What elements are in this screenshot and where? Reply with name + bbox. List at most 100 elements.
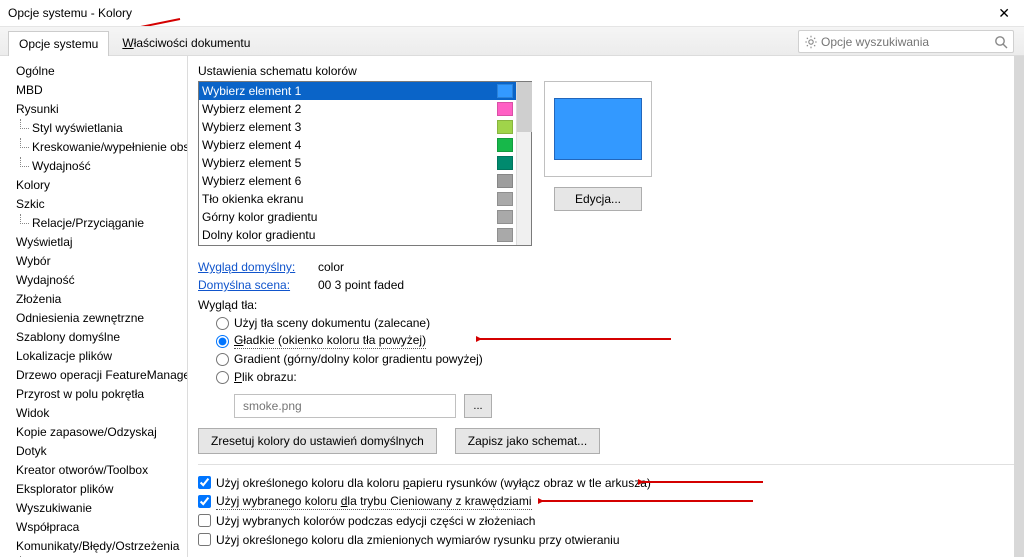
- search-container: [798, 30, 1014, 53]
- check-paper-color[interactable]: [198, 476, 211, 489]
- tab-document-properties[interactable]: Właściwości dokumentu: [111, 30, 261, 55]
- list-item-swatch: [497, 210, 513, 224]
- radio-image-label: Plik obrazu:: [234, 370, 297, 384]
- list-item-swatch: [497, 102, 513, 116]
- tree-item[interactable]: Kolory: [0, 176, 187, 195]
- close-icon[interactable]: ✕: [990, 3, 1018, 24]
- list-item[interactable]: Tło okienka ekranu: [199, 190, 516, 208]
- list-item[interactable]: Wybierz element 3: [199, 118, 516, 136]
- tree-item[interactable]: Przyrost w polu pokrętła: [0, 385, 187, 404]
- check-shaded-edges-color-label: Użyj wybranego koloru dla trybu Cieniowa…: [216, 494, 532, 510]
- check-assembly-edit-colors-label: Użyj wybranych kolorów podczas edycji cz…: [216, 514, 535, 528]
- tree-item[interactable]: Relacje/Przyciąganie: [0, 214, 187, 233]
- listbox-scrollbar[interactable]: [516, 82, 531, 245]
- tree-item[interactable]: Współpraca: [0, 518, 187, 537]
- tree-item[interactable]: Szkic: [0, 195, 187, 214]
- tree-item[interactable]: Komunikaty/Błędy/Ostrzeżenia: [0, 537, 187, 556]
- tree-item[interactable]: Widok: [0, 404, 187, 423]
- main-panel: Ustawienia schematu kolorów Wybierz elem…: [188, 56, 1024, 557]
- list-item[interactable]: Dolny kolor gradientu: [199, 226, 516, 244]
- list-item-label: Wybierz element 2: [202, 102, 301, 116]
- list-item-swatch: [497, 84, 513, 98]
- bg-image-browse-button[interactable]: ...: [464, 394, 492, 418]
- tree-item[interactable]: Szablony domyślne: [0, 328, 187, 347]
- annotation-arrow-check2: [538, 492, 758, 510]
- check-shaded-edges-color[interactable]: [198, 495, 211, 508]
- list-item[interactable]: Wybierz element 1: [199, 82, 516, 100]
- tab-system-options[interactable]: Opcje systemu: [8, 31, 109, 56]
- list-item-swatch: [497, 228, 513, 242]
- save-scheme-button[interactable]: Zapisz jako schemat...: [455, 428, 600, 454]
- list-item-label: Wybierz element 1: [202, 84, 301, 98]
- list-item[interactable]: Wybierz element 2: [199, 100, 516, 118]
- annotation-arrow-check1: [638, 473, 768, 491]
- gear-icon: [803, 34, 819, 50]
- tree-item[interactable]: Dotyk: [0, 442, 187, 461]
- default-scene-value: 00 3 point faded: [318, 278, 404, 292]
- list-item[interactable]: Wybierz element 5: [199, 154, 516, 172]
- list-item-swatch: [497, 156, 513, 170]
- tab-bar: Opcje systemu Właściwości dokumentu: [0, 26, 1024, 56]
- list-item-label: Wybierz element 6: [202, 174, 301, 188]
- tree-item[interactable]: Złożenia: [0, 290, 187, 309]
- radio-plain[interactable]: [216, 335, 229, 348]
- radio-plain-label: Gładkie (okienko koloru tła powyżej): [234, 333, 426, 349]
- tree-item[interactable]: Wydajność: [0, 157, 187, 176]
- check-changed-dims-color[interactable]: [198, 533, 211, 546]
- reset-colors-button[interactable]: Zresetuj kolory do ustawień domyślnych: [198, 428, 437, 454]
- scheme-heading: Ustawienia schematu kolorów: [198, 64, 1014, 78]
- color-preview-swatch: [554, 98, 642, 160]
- check-changed-dims-color-label: Użyj określonego koloru dla zmienionych …: [216, 533, 620, 547]
- tree-item[interactable]: Styl wyświetlania: [0, 119, 187, 138]
- list-item[interactable]: Wybierz element 4: [199, 136, 516, 154]
- tree-item[interactable]: Kopie zapasowe/Odzyskaj: [0, 423, 187, 442]
- list-item[interactable]: Górny kolor gradientu: [199, 208, 516, 226]
- tree-item[interactable]: Kreator otworów/Toolbox: [0, 461, 187, 480]
- edit-color-button[interactable]: Edycja...: [554, 187, 642, 211]
- list-item-swatch: [497, 120, 513, 134]
- tree-item[interactable]: Kreskowanie/wypełnienie obszaru: [0, 138, 187, 157]
- search-input[interactable]: [819, 34, 993, 50]
- page-scrollbar[interactable]: [1014, 56, 1024, 557]
- check-paper-color-label: Użyj określonego koloru dla koloru papie…: [216, 476, 651, 490]
- list-item-label: Górny kolor gradientu: [202, 210, 317, 224]
- tree-item[interactable]: Wybór: [0, 252, 187, 271]
- list-item-label: Dolny kolor gradientu: [202, 228, 315, 242]
- window-title: Opcje systemu - Kolory: [8, 6, 132, 20]
- color-preview-frame: [544, 81, 652, 177]
- background-heading: Wygląd tła:: [198, 298, 1014, 312]
- tree-item[interactable]: Ogólne: [0, 62, 187, 81]
- list-item-label: Wybierz element 3: [202, 120, 301, 134]
- default-appearance-link[interactable]: Wygląd domyślny:: [198, 260, 318, 274]
- default-appearance-value: color: [318, 260, 344, 274]
- radio-use-scene-bg[interactable]: [216, 317, 229, 330]
- tree-item[interactable]: Wyszukiwanie: [0, 499, 187, 518]
- list-item[interactable]: Wybierz element 6: [199, 172, 516, 190]
- list-item-label: Wybierz element 5: [202, 156, 301, 170]
- tree-item[interactable]: Odniesienia zewnętrzne: [0, 309, 187, 328]
- search-icon[interactable]: [993, 34, 1009, 50]
- list-item-swatch: [497, 138, 513, 152]
- category-tree: OgólneMBDRysunkiStyl wyświetlaniaKreskow…: [0, 56, 188, 557]
- radio-gradient[interactable]: [216, 353, 229, 366]
- check-assembly-edit-colors[interactable]: [198, 514, 211, 527]
- list-item-label: Tło okienka ekranu: [202, 192, 303, 206]
- list-item-label: Wybierz element 4: [202, 138, 301, 152]
- list-item-swatch: [497, 174, 513, 188]
- bg-image-path-input: [234, 394, 456, 418]
- tree-item[interactable]: Lokalizacje plików: [0, 347, 187, 366]
- tree-item[interactable]: Rysunki: [0, 100, 187, 119]
- annotation-arrow-plain: [476, 330, 676, 350]
- title-bar: Opcje systemu - Kolory ✕: [0, 0, 1024, 26]
- tree-item[interactable]: MBD: [0, 81, 187, 100]
- list-item-swatch: [497, 192, 513, 206]
- tree-item[interactable]: Drzewo operacji FeatureManager: [0, 366, 187, 385]
- tree-item[interactable]: Wyświetlaj: [0, 233, 187, 252]
- tree-item[interactable]: Wydajność: [0, 271, 187, 290]
- tree-item[interactable]: Eksplorator plików: [0, 480, 187, 499]
- radio-image[interactable]: [216, 371, 229, 384]
- default-scene-link[interactable]: Domyślna scena:: [198, 278, 318, 292]
- color-scheme-listbox[interactable]: Wybierz element 1 Wybierz element 2 Wybier…: [198, 81, 532, 246]
- radio-gradient-label: Gradient (górny/dolny kolor gradientu po…: [234, 352, 483, 366]
- radio-use-scene-bg-label: Użyj tła sceny dokumentu (zalecane): [234, 316, 430, 330]
